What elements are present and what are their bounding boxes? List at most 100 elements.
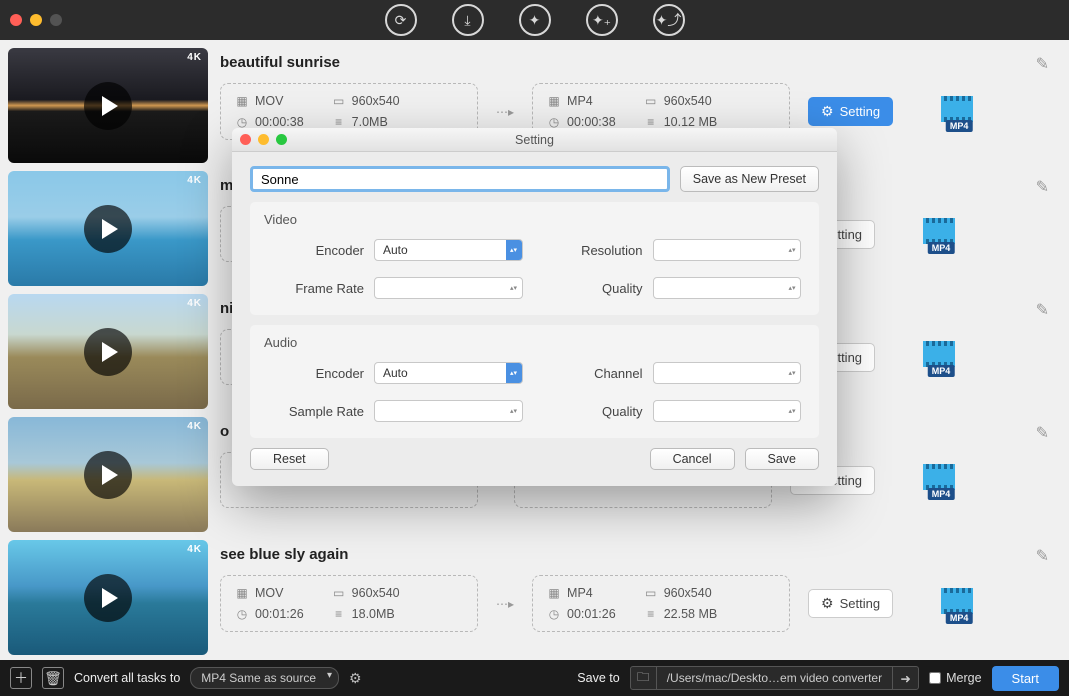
resolution-label: Resolution [547,243,643,258]
video-thumbnail[interactable]: 4K [8,171,208,286]
folder-icon[interactable]: 🗀 [631,667,657,689]
output-format-value: MP4 Same as source [201,671,316,685]
video-thumbnail[interactable]: 4K [8,417,208,532]
open-folder-button[interactable]: ➜ [892,667,918,689]
audio-channel-field: Channel ▴▾ [547,362,802,384]
audio-encoder-value: Auto [383,366,408,380]
audio-section: Audio Encoder Auto▴▾ Channel ▴▾ Sample R… [250,325,819,438]
source-size: 7.0MB [352,115,388,129]
video-thumbnail[interactable]: 4K [8,48,208,163]
edit-icon[interactable]: ✎ [1036,54,1049,74]
audio-encoder-select[interactable]: Auto▴▾ [374,362,523,384]
edit-icon[interactable]: ✎ [1036,300,1049,320]
video-thumbnail[interactable]: 4K [8,540,208,655]
toolbox-tab-icon[interactable]: ✦₊ [586,4,618,36]
add-file-button[interactable]: ＋ [10,667,32,689]
video-resolution-select[interactable]: ▴▾ [653,239,802,261]
monitor-icon: ▭ [332,94,346,108]
audio-quality-select[interactable]: ▴▾ [653,400,802,422]
start-button[interactable]: Start [992,666,1059,691]
output-format-badge[interactable]: MP4 [923,218,959,250]
video-encoder-value: Auto [383,243,408,257]
target-info-card: ▦MP4 ◷00:01:26 ▭960x540 ≡22.58 MB [532,575,790,632]
cancel-button[interactable]: Cancel [650,448,735,470]
remove-file-button[interactable]: 🗑 [42,667,64,689]
source-resolution: 960x540 [352,94,400,108]
modal-close-button[interactable] [240,134,251,145]
merge-checkbox[interactable]: Merge [929,671,981,685]
chevron-updown-icon: ▴▾ [506,278,522,298]
edit-icon[interactable]: ✎ [1036,546,1049,566]
chevron-updown-icon: ▴▾ [784,401,800,421]
output-format-badge[interactable]: MP4 [941,96,977,128]
window-minimize-button[interactable] [30,14,42,26]
output-format-badge[interactable]: MP4 [941,588,977,620]
modal-maximize-button[interactable] [276,134,287,145]
modal-body: Save as New Preset Video Encoder Auto▴▾ … [232,152,837,486]
edit-tab-icon[interactable]: ✦ [519,4,551,36]
merge-checkbox-input[interactable] [929,672,941,684]
output-format-badge[interactable]: MP4 [923,464,959,496]
video-encoder-select[interactable]: Auto▴▾ [374,239,523,261]
video-thumbnail[interactable]: 4K [8,294,208,409]
app-titlebar: ⟳ ⤓ ✦ ✦₊ ✦⤴ [0,0,1069,40]
window-controls [10,14,62,26]
target-duration: 00:00:38 [567,115,616,129]
play-icon[interactable] [84,205,132,253]
format-badge-label: MP4 [946,120,973,132]
badge-4k: 4K [187,175,202,186]
preset-name-input[interactable] [250,166,670,192]
reset-button[interactable]: Reset [250,448,329,470]
output-format-badge[interactable]: MP4 [923,341,959,373]
channel-label: Channel [547,366,643,381]
encoder-label: Encoder [268,366,364,381]
play-icon[interactable] [84,451,132,499]
more-tab-icon[interactable]: ✦⤴ [653,4,685,36]
setting-button[interactable]: ⚙Setting [808,589,893,618]
save-preset-button[interactable]: Save as New Preset [680,166,819,192]
video-framerate-select[interactable]: ▴▾ [374,277,523,299]
output-format-select[interactable]: MP4 Same as source [190,667,339,689]
download-tab-icon[interactable]: ⤓ [452,4,484,36]
audio-section-title: Audio [264,335,801,350]
modal-minimize-button[interactable] [258,134,269,145]
audio-samplerate-field: Sample Rate ▴▾ [268,400,523,422]
source-size: 18.0MB [352,607,395,621]
source-format: MOV [255,586,283,600]
target-duration: 00:01:26 [567,607,616,621]
play-icon[interactable] [84,574,132,622]
merge-label: Merge [946,671,981,685]
modal-footer: Reset Cancel Save [250,448,819,470]
disk-icon: ≡ [644,607,658,621]
film-icon: ▦ [235,94,249,108]
window-maximize-button[interactable] [50,14,62,26]
quality-label: Quality [547,281,643,296]
edit-icon[interactable]: ✎ [1036,177,1049,197]
play-icon[interactable] [84,82,132,130]
edit-icon[interactable]: ✎ [1036,423,1049,443]
target-size: 10.12 MB [664,115,718,129]
film-icon: ▦ [547,586,561,600]
audio-channel-select[interactable]: ▴▾ [653,362,802,384]
output-path-text: /Users/mac/Deskto…em video converter [657,671,892,685]
chevron-updown-icon: ▴▾ [784,278,800,298]
badge-4k: 4K [187,544,202,555]
save-button[interactable]: Save [745,448,820,470]
output-path-field[interactable]: 🗀 /Users/mac/Deskto…em video converter ➜ [630,666,919,690]
audio-samplerate-select[interactable]: ▴▾ [374,400,523,422]
setting-button[interactable]: ⚙Setting [808,97,893,126]
format-badge-label: MP4 [946,612,973,624]
chevron-updown-icon: ▴▾ [784,363,800,383]
window-close-button[interactable] [10,14,22,26]
film-icon: ▦ [235,586,249,600]
video-row: 4K see blue sly again ▦MOV ◷00:01:26 ▭96… [8,540,1061,655]
global-settings-button[interactable]: ⚙ [349,670,362,687]
play-icon[interactable] [84,328,132,376]
convert-tab-icon[interactable]: ⟳ [385,4,417,36]
video-resolution-field: Resolution ▴▾ [547,239,802,261]
samplerate-label: Sample Rate [268,404,364,419]
format-badge-label: MP4 [928,365,955,377]
format-badge-label: MP4 [928,488,955,500]
video-quality-select[interactable]: ▴▾ [653,277,802,299]
convert-all-label: Convert all tasks to [74,671,180,685]
